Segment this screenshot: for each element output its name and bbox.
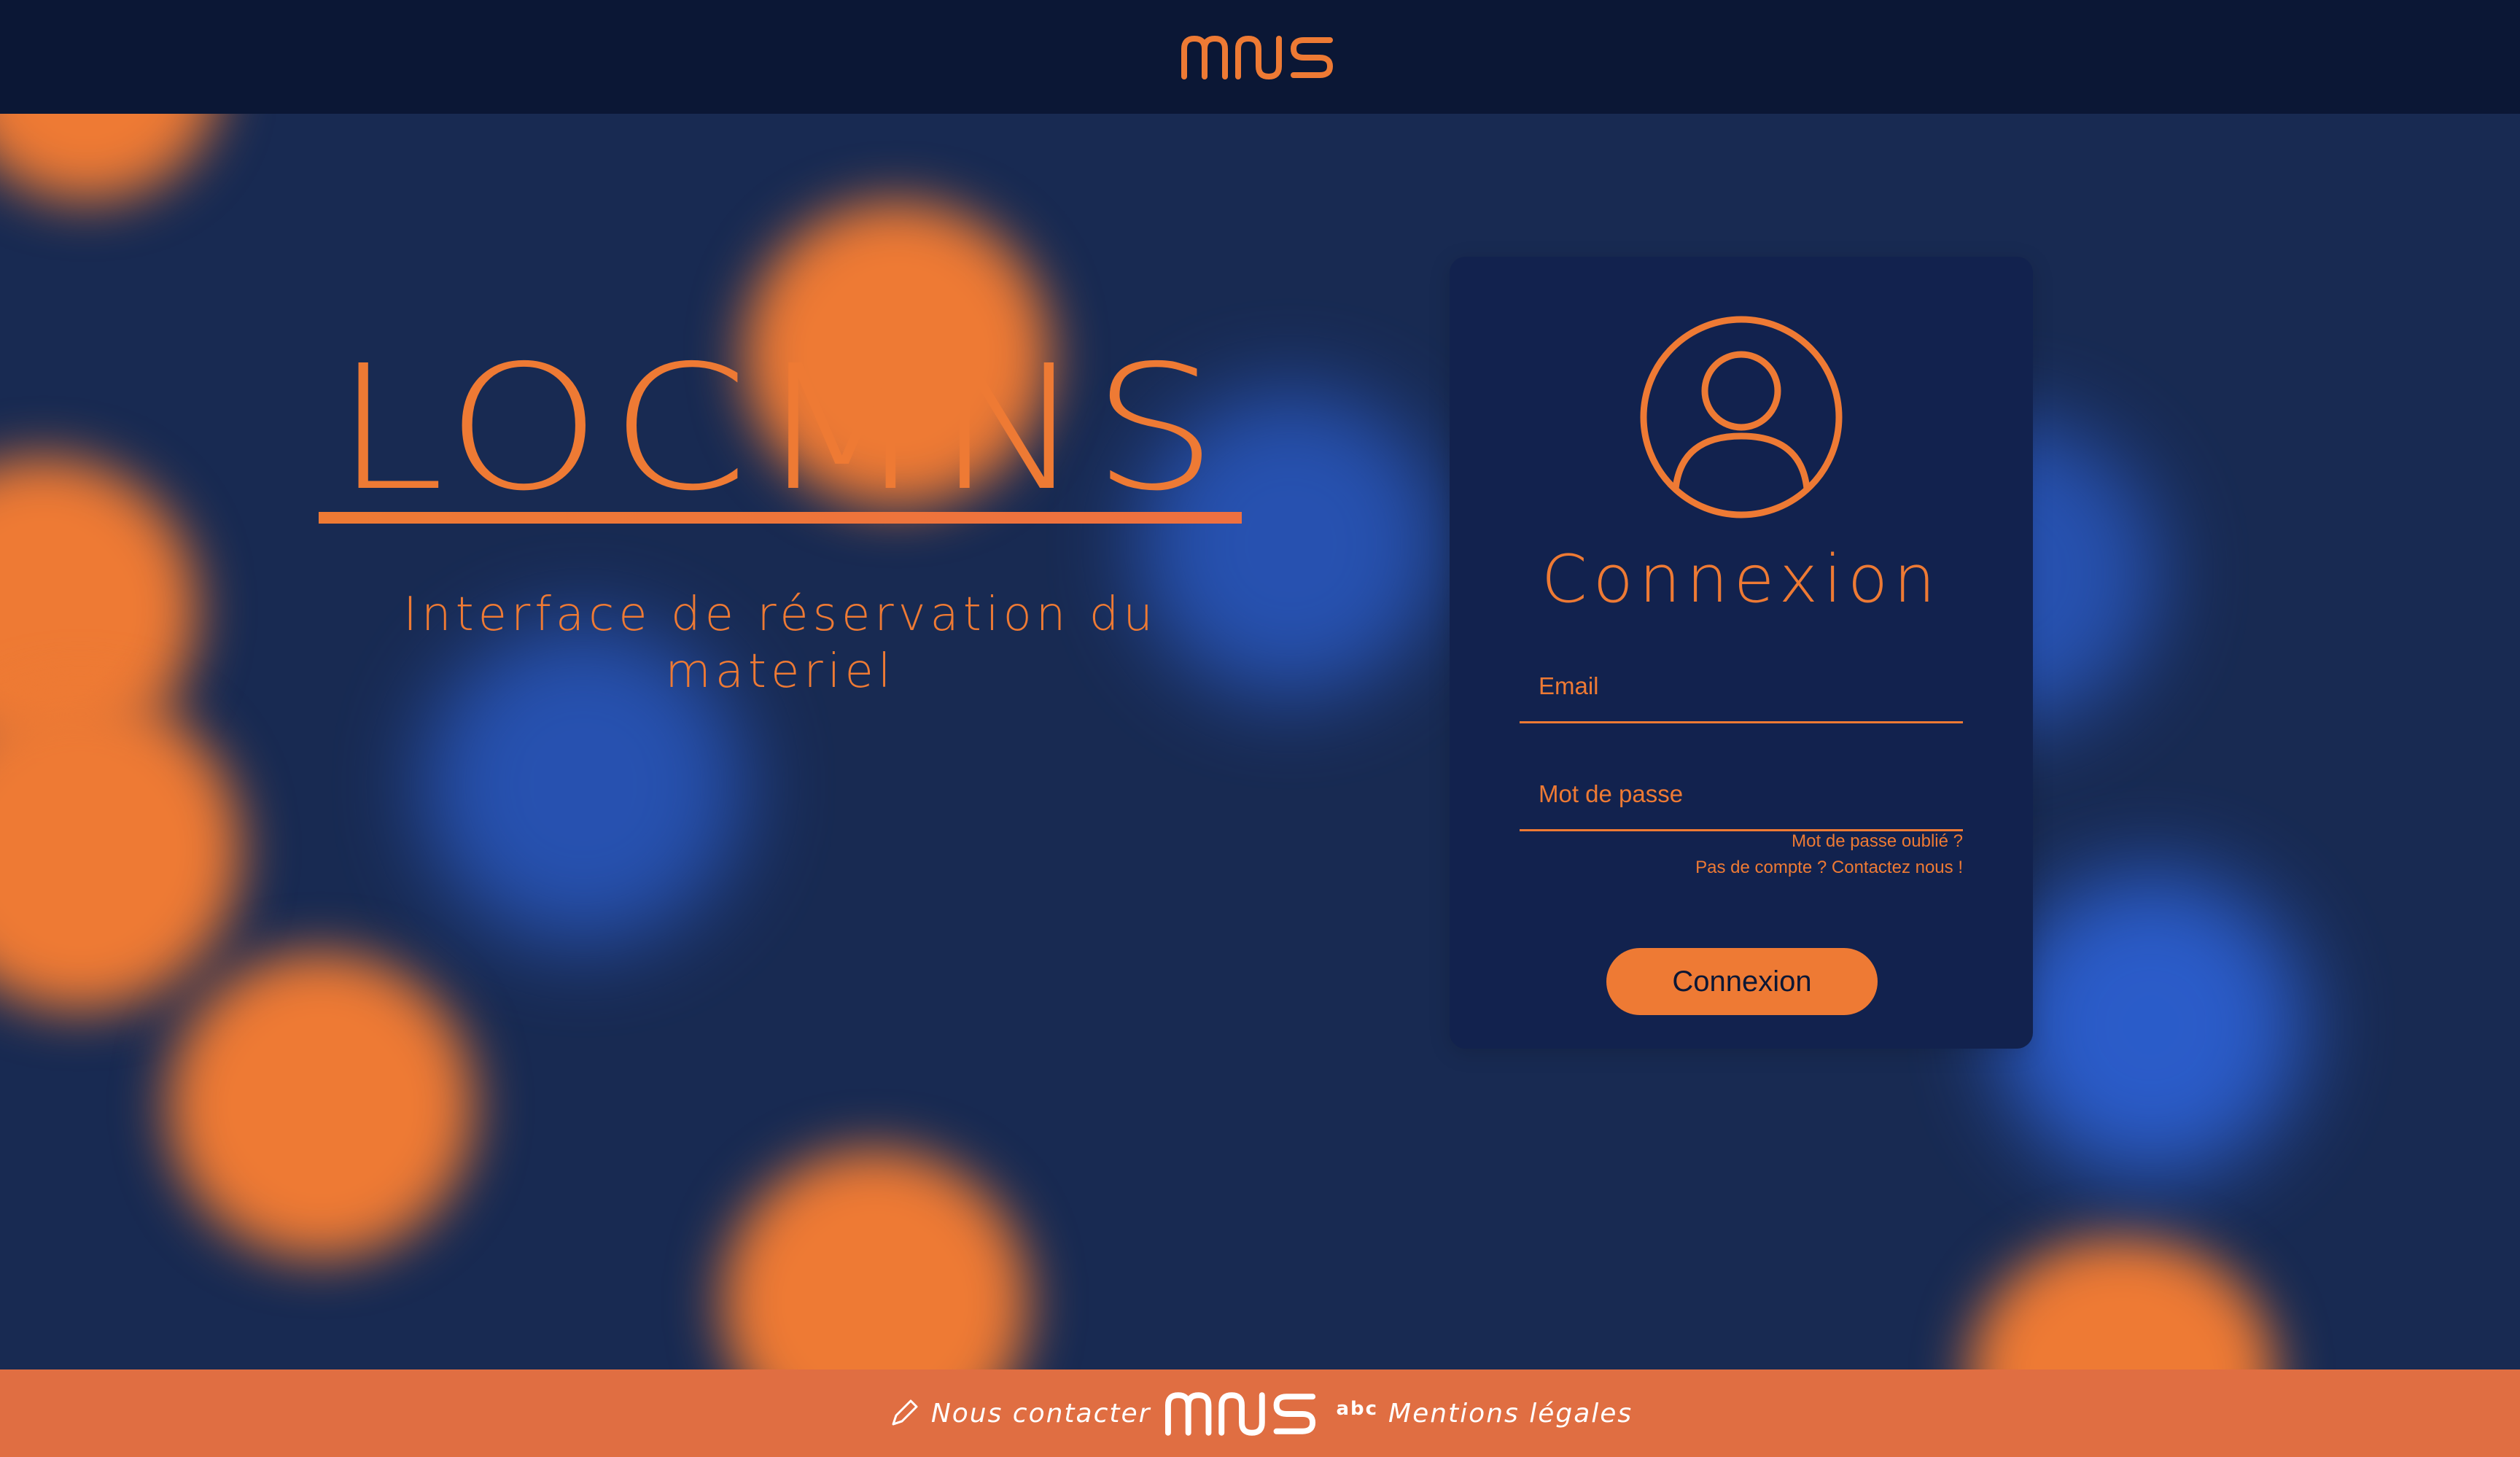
contact-label: Nous contacter	[930, 1398, 1151, 1429]
hero-section: LOCMNS Interface de réservation du mater…	[318, 343, 1242, 700]
pencil-icon	[892, 1399, 918, 1426]
email-field-wrapper	[1520, 650, 1963, 723]
email-input[interactable]	[1520, 650, 1963, 721]
footer-mns-logo[interactable]	[1164, 1388, 1323, 1439]
bokeh-orange	[0, 690, 241, 1011]
login-links: Mot de passe oublié ? Pas de compte ? Co…	[1520, 828, 1963, 881]
tagline-line-1: Interface de réservation du	[403, 588, 1157, 642]
bokeh-blue	[1998, 872, 2304, 1178]
legal-label: Mentions légales	[1388, 1398, 1633, 1429]
mns-logo[interactable]	[1180, 31, 1340, 82]
bokeh-orange	[168, 952, 474, 1259]
legal-link[interactable]: abc Mentions légales	[1336, 1399, 1633, 1429]
login-submit-button[interactable]: Connexion	[1606, 948, 1878, 1015]
tagline-line-2: materiel	[665, 645, 895, 699]
login-card: Connexion Mot de passe oublié ? Pas de c…	[1450, 257, 2033, 1049]
contact-us-link[interactable]: Pas de compte ? Contactez nous !	[1520, 855, 1963, 881]
footer-bar: Nous contacter abc Mentions légales	[0, 1369, 2520, 1457]
top-header	[0, 0, 2520, 114]
background-stage	[0, 114, 2520, 1369]
app-tagline: Interface de réservation du materiel	[318, 586, 1242, 700]
bokeh-orange	[722, 1149, 1028, 1369]
password-input[interactable]	[1520, 758, 1963, 829]
contact-link[interactable]: Nous contacter	[887, 1396, 1151, 1430]
login-title: Connexion	[1541, 541, 1942, 618]
user-avatar-icon	[1640, 316, 1843, 518]
forgot-password-link[interactable]: Mot de passe oublié ?	[1520, 828, 1963, 855]
app-title: LOCMNS	[334, 328, 1226, 529]
password-field-wrapper	[1520, 758, 1963, 831]
bokeh-orange	[0, 114, 219, 201]
bokeh-orange	[1969, 1237, 2275, 1369]
spellcheck-icon: abc	[1336, 1398, 1379, 1420]
